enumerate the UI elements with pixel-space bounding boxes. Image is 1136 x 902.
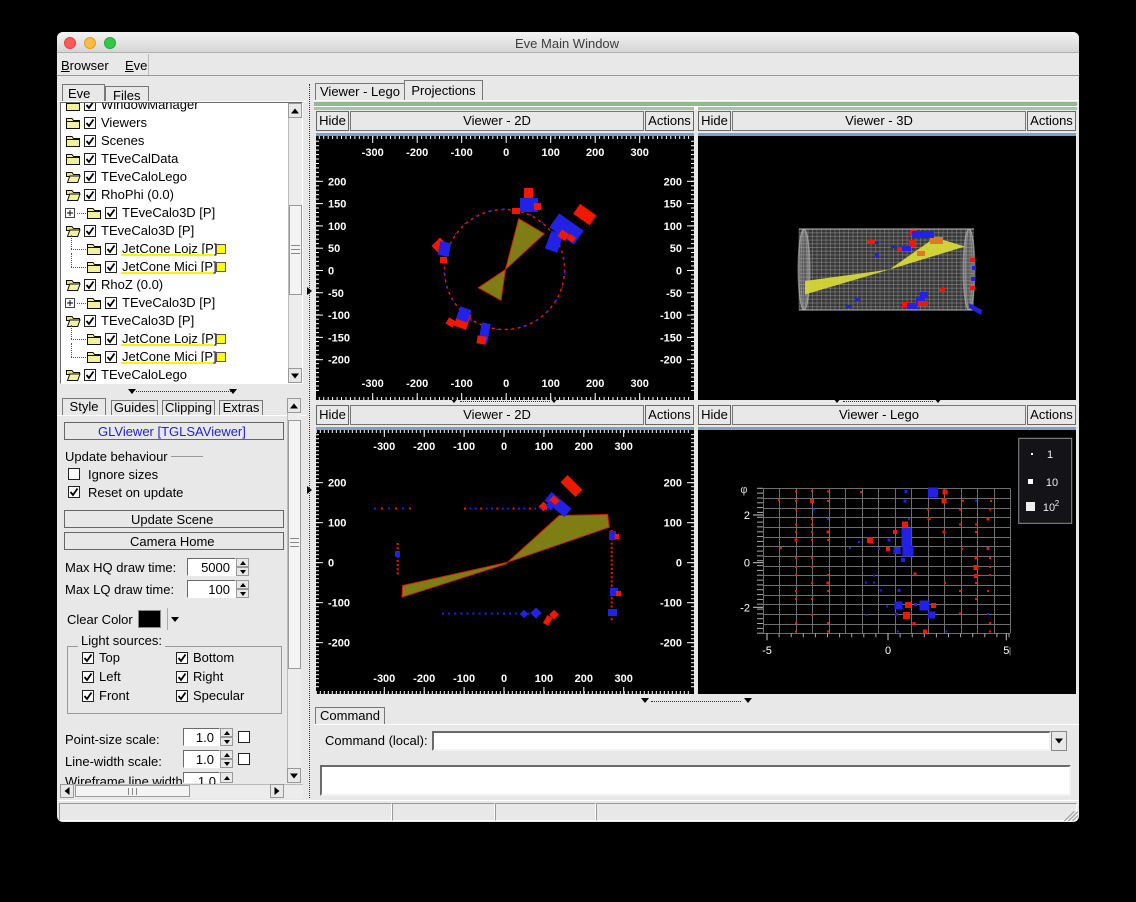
svg-text:-100: -100 (660, 310, 682, 322)
svg-text:-200: -200 (413, 673, 435, 685)
svg-text:0: 0 (503, 378, 509, 390)
svg-text:100: 100 (328, 518, 346, 530)
svg-text:0: 0 (328, 558, 334, 570)
svg-text:300: 300 (631, 378, 649, 390)
svg-text:0: 0 (501, 673, 507, 685)
svg-text:100: 100 (664, 221, 682, 233)
svg-text:-200: -200 (660, 355, 682, 367)
svg-text:-50: -50 (328, 288, 344, 300)
svg-text:-300: -300 (373, 673, 395, 685)
svg-text:-2: -2 (740, 602, 750, 614)
svg-text:200: 200 (586, 378, 604, 390)
svg-text:50: 50 (670, 243, 682, 255)
svg-text:0: 0 (503, 147, 509, 159)
svg-text:150: 150 (328, 199, 346, 211)
svg-text:-150: -150 (660, 332, 682, 344)
svg-text:-100: -100 (451, 147, 473, 159)
svg-text:300: 300 (615, 673, 633, 685)
svg-text:200: 200 (586, 147, 604, 159)
svg-text:-100: -100 (328, 598, 350, 610)
svg-text:-200: -200 (328, 355, 350, 367)
svg-text:150: 150 (664, 199, 682, 211)
svg-text:-5: -5 (762, 645, 772, 657)
svg-text:200: 200 (664, 176, 682, 188)
svg-text:0: 0 (744, 558, 750, 570)
svg-text:50: 50 (328, 243, 340, 255)
svg-text:0: 0 (328, 266, 334, 278)
svg-text:-100: -100 (660, 598, 682, 610)
svg-text:200: 200 (575, 673, 593, 685)
svg-text:-300: -300 (362, 147, 384, 159)
svg-text:-100: -100 (453, 441, 475, 453)
svg-text:-200: -200 (413, 441, 435, 453)
svg-text:100: 100 (328, 221, 346, 233)
svg-text:200: 200 (328, 176, 346, 188)
svg-text:2: 2 (744, 510, 750, 522)
svg-text:-150: -150 (328, 332, 350, 344)
svg-text:100: 100 (535, 441, 553, 453)
svg-text:100: 100 (542, 378, 560, 390)
svg-text:-100: -100 (453, 673, 475, 685)
svg-text:100: 100 (535, 673, 553, 685)
svg-text:10: 10 (1046, 477, 1058, 489)
svg-text:-100: -100 (451, 378, 473, 390)
svg-text:2: 2 (1055, 499, 1060, 508)
svg-text:φ: φ (740, 484, 747, 496)
svg-text:300: 300 (631, 147, 649, 159)
svg-text:-200: -200 (406, 147, 428, 159)
svg-text:200: 200 (664, 478, 682, 490)
svg-text:200: 200 (328, 478, 346, 490)
svg-text:0: 0 (501, 441, 507, 453)
svg-text:-300: -300 (362, 378, 384, 390)
svg-text:0: 0 (885, 645, 891, 657)
svg-text:-50: -50 (666, 288, 682, 300)
svg-text:-200: -200 (328, 638, 350, 650)
svg-text:200: 200 (575, 441, 593, 453)
svg-text:100: 100 (664, 518, 682, 530)
svg-text:10: 10 (1043, 502, 1055, 514)
svg-text:100: 100 (542, 147, 560, 159)
svg-text:5: 5 (1003, 645, 1009, 657)
svg-text:0: 0 (676, 558, 682, 570)
svg-text:-100: -100 (328, 310, 350, 322)
svg-text:300: 300 (615, 441, 633, 453)
svg-text:-200: -200 (660, 638, 682, 650)
svg-text:-300: -300 (373, 441, 395, 453)
svg-text:1: 1 (1047, 449, 1053, 461)
svg-text:0: 0 (676, 266, 682, 278)
svg-text:-200: -200 (406, 378, 428, 390)
